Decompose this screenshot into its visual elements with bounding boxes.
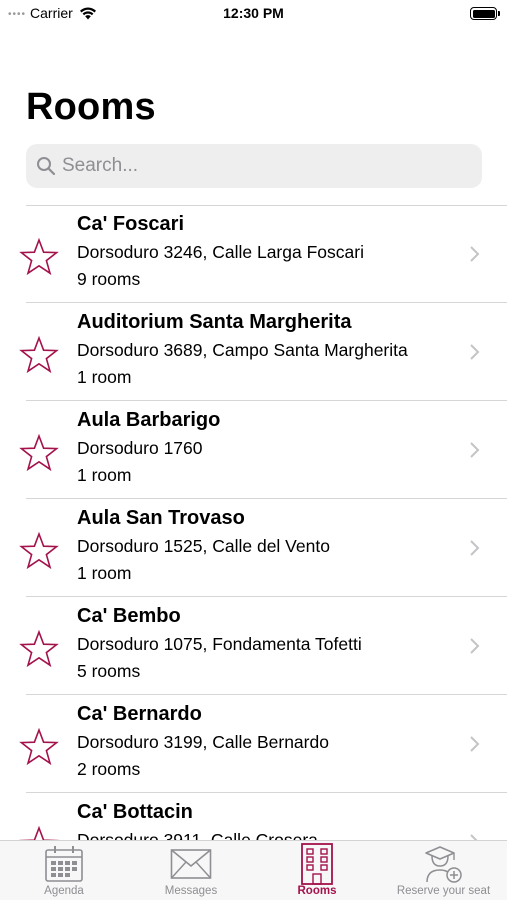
- chevron-right-icon: [470, 246, 480, 262]
- room-name: Ca' Foscari: [77, 213, 185, 235]
- search-icon: [37, 157, 56, 176]
- room-count: 9 rooms: [77, 269, 141, 289]
- list-item[interactable]: Auditorium Santa Margherita Dorsoduro 36…: [0, 303, 507, 401]
- battery-icon: [470, 7, 500, 20]
- room-address: Dorsoduro 3911, Calle Crosera: [77, 830, 318, 840]
- search-input[interactable]: [62, 155, 462, 177]
- tab-rooms[interactable]: Rooms: [254, 841, 380, 900]
- room-address: Dorsoduro 3199, Calle Bernardo: [77, 732, 329, 752]
- favorite-star-icon[interactable]: [19, 238, 59, 276]
- tab-label: Agenda: [44, 885, 84, 897]
- room-address: Dorsoduro 1760: [77, 438, 203, 458]
- envelope-icon: [170, 849, 212, 879]
- favorite-star-icon[interactable]: [19, 630, 59, 668]
- room-name: Ca' Bernardo: [77, 703, 202, 725]
- room-name: Ca' Bembo: [77, 605, 181, 627]
- list-item[interactable]: Ca' Bernardo Dorsoduro 3199, Calle Berna…: [0, 695, 507, 793]
- tab-agenda[interactable]: Agenda: [0, 841, 128, 900]
- chevron-right-icon: [470, 834, 478, 840]
- room-count: 1 room: [77, 563, 132, 583]
- status-bar: •••• Carrier 12:30 PM: [0, 0, 507, 28]
- list-item[interactable]: Ca' Foscari Dorsoduro 3246, Calle Larga …: [0, 205, 507, 303]
- room-count: 2 rooms: [77, 759, 141, 779]
- chevron-right-icon: [470, 736, 480, 752]
- favorite-star-icon[interactable]: [19, 434, 59, 472]
- building-icon: [301, 843, 333, 885]
- room-address: Dorsoduro 1525, Calle del Vento: [77, 536, 330, 556]
- favorite-star-icon[interactable]: [19, 826, 59, 840]
- tab-label: Rooms: [297, 885, 337, 897]
- room-count: 1 room: [77, 465, 132, 485]
- clock: 12:30 PM: [223, 5, 284, 21]
- tab-label: Messages: [164, 885, 218, 897]
- room-address: Dorsoduro 3689, Campo Santa Margherita: [77, 340, 408, 360]
- room-count: 5 rooms: [77, 661, 141, 681]
- chevron-right-icon: [470, 638, 480, 654]
- favorite-star-icon[interactable]: [19, 336, 59, 374]
- student-add-icon: [424, 846, 462, 883]
- list-item[interactable]: Aula San Trovaso Dorsoduro 1525, Calle d…: [0, 499, 507, 597]
- tab-label: Reserve your seat: [396, 885, 491, 897]
- search-bar[interactable]: [26, 144, 482, 188]
- room-name: Ca' Bottacin: [77, 801, 193, 823]
- list-item[interactable]: Ca' Bembo Dorsoduro 1075, Fondamenta Tof…: [0, 597, 507, 695]
- list-item[interactable]: Aula Barbarigo Dorsoduro 1760 1 room: [0, 401, 507, 499]
- chevron-right-icon: [470, 344, 480, 360]
- room-name: Aula Barbarigo: [77, 409, 221, 431]
- room-address: Dorsoduro 1075, Fondamenta Tofetti: [77, 634, 362, 654]
- room-name: Auditorium Santa Margherita: [77, 311, 352, 333]
- room-address: Dorsoduro 3246, Calle Larga Foscari: [77, 242, 364, 262]
- room-count: 1 room: [77, 367, 132, 387]
- favorite-star-icon[interactable]: [19, 728, 59, 766]
- rooms-list[interactable]: Ca' Foscari Dorsoduro 3246, Calle Larga …: [0, 205, 507, 840]
- list-item[interactable]: Ca' Bottacin Dorsoduro 3911, Calle Crose…: [0, 793, 507, 840]
- calendar-icon: [45, 846, 83, 882]
- chevron-right-icon: [470, 540, 480, 556]
- tab-reserve-seat[interactable]: Reserve your seat: [380, 841, 507, 900]
- tab-bar: Agenda Messages Rooms Reserve your seat: [0, 840, 507, 900]
- tab-messages[interactable]: Messages: [128, 841, 254, 900]
- page-title: Rooms: [26, 86, 156, 128]
- room-name: Aula San Trovaso: [77, 507, 245, 529]
- favorite-star-icon[interactable]: [19, 532, 59, 570]
- chevron-right-icon: [470, 442, 480, 458]
